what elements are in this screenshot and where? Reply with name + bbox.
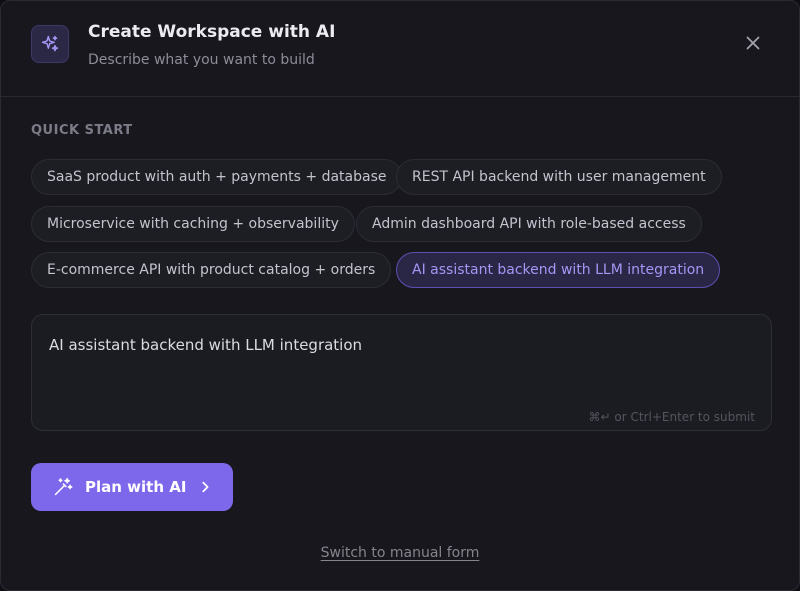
- prompt-value: AI assistant backend with LLM integratio…: [49, 336, 363, 354]
- plan-with-ai-label: Plan with AI: [85, 478, 187, 496]
- quick-start-chip-ecommerce[interactable]: E-commerce API with product catalog + or…: [31, 252, 392, 288]
- magic-wand-icon: [54, 477, 73, 496]
- quick-start-label: QUICK START: [31, 123, 133, 138]
- dialog-title: Create Workspace with AI: [88, 22, 336, 42]
- quick-start-chip-microservice[interactable]: Microservice with caching + observabilit…: [31, 206, 355, 242]
- create-workspace-dialog: Create Workspace with AI Describe what y…: [0, 0, 800, 591]
- manual-form-link-row: Switch to manual form: [1, 545, 799, 561]
- quick-start-chip-ai-assistant[interactable]: AI assistant backend with LLM integratio…: [396, 252, 721, 288]
- close-button[interactable]: [740, 30, 766, 56]
- close-icon: [746, 36, 760, 50]
- quick-start-chip-saas[interactable]: SaaS product with auth + payments + data…: [31, 159, 403, 195]
- submit-shortcut-hint: ⌘↵ or Ctrl+Enter to submit: [588, 410, 755, 424]
- plan-with-ai-button[interactable]: Plan with AI: [31, 463, 233, 511]
- sparkles-icon: [31, 25, 69, 63]
- switch-to-manual-form-link[interactable]: Switch to manual form: [321, 545, 480, 561]
- prompt-textarea[interactable]: AI assistant backend with LLM integratio…: [31, 314, 772, 431]
- quick-start-chip-rest-api[interactable]: REST API backend with user management: [396, 159, 722, 195]
- chevron-right-icon: [198, 480, 212, 494]
- dialog-header: Create Workspace with AI Describe what y…: [1, 1, 799, 97]
- dialog-subtitle: Describe what you want to build: [88, 52, 315, 68]
- quick-start-chip-admin-dashboard[interactable]: Admin dashboard API with role-based acce…: [356, 206, 702, 242]
